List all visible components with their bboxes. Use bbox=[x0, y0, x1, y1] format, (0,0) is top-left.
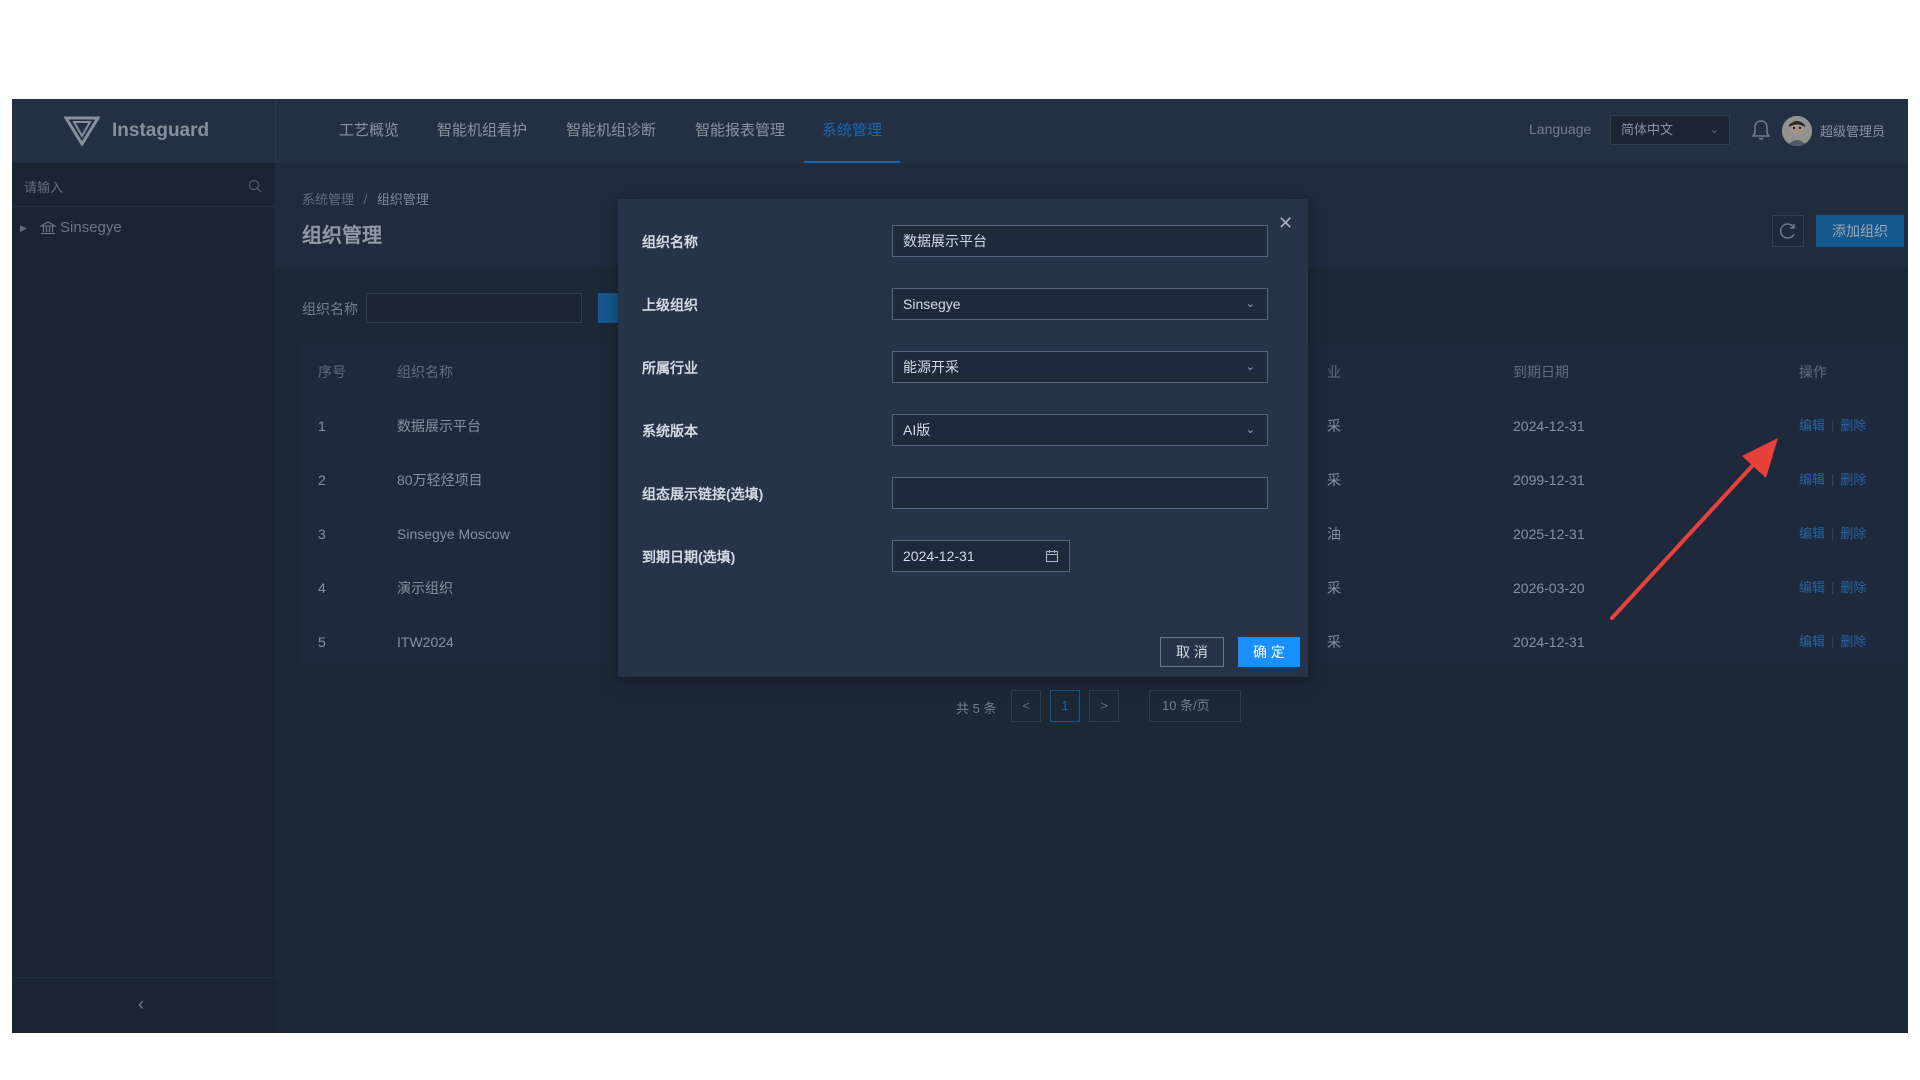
industry-value: 能源开采 bbox=[903, 359, 959, 375]
form-row-expire-date: 到期日期(选填) 2024-12-31 bbox=[618, 540, 1308, 572]
app-window: Instaguard 工艺概览 智能机组看护 智能机组诊断 智能报表管理 系统管… bbox=[12, 99, 1908, 1033]
calendar-icon bbox=[1045, 550, 1059, 563]
form-row-org-name: 组织名称 数据展示平台 bbox=[618, 225, 1308, 257]
expire-date-value: 2024-12-31 bbox=[903, 548, 975, 564]
edit-organization-dialog: ✕ 组织名称 数据展示平台 上级组织 Sinsegye ⌄ 所属行业 能源开采 … bbox=[618, 199, 1308, 677]
cancel-button[interactable]: 取 消 bbox=[1160, 637, 1224, 667]
confirm-button[interactable]: 确 定 bbox=[1238, 637, 1300, 667]
expire-date-label: 到期日期(选填) bbox=[642, 549, 736, 565]
industry-label: 所属行业 bbox=[642, 360, 698, 376]
config-link-input[interactable] bbox=[892, 477, 1268, 509]
org-name-input[interactable]: 数据展示平台 bbox=[892, 225, 1268, 257]
expire-date-picker[interactable]: 2024-12-31 bbox=[892, 540, 1070, 572]
parent-org-value: Sinsegye bbox=[903, 296, 961, 312]
chevron-down-icon: ⌄ bbox=[1245, 424, 1255, 436]
chevron-down-icon: ⌄ bbox=[1245, 298, 1255, 310]
chevron-down-icon: ⌄ bbox=[1245, 361, 1255, 373]
parent-org-label: 上级组织 bbox=[642, 297, 698, 313]
form-row-industry: 所属行业 能源开采 ⌄ bbox=[618, 351, 1308, 383]
org-name-label: 组织名称 bbox=[642, 234, 698, 250]
form-row-version: 系统版本 AI版 ⌄ bbox=[618, 414, 1308, 446]
version-select[interactable]: AI版 ⌄ bbox=[892, 414, 1268, 446]
form-row-parent-org: 上级组织 Sinsegye ⌄ bbox=[618, 288, 1308, 320]
parent-org-select[interactable]: Sinsegye ⌄ bbox=[892, 288, 1268, 320]
version-label: 系统版本 bbox=[642, 423, 698, 439]
industry-select[interactable]: 能源开采 ⌄ bbox=[892, 351, 1268, 383]
config-link-label: 组态展示链接(选填) bbox=[642, 486, 764, 502]
version-value: AI版 bbox=[903, 422, 931, 438]
form-row-config-link: 组态展示链接(选填) bbox=[618, 477, 1308, 509]
